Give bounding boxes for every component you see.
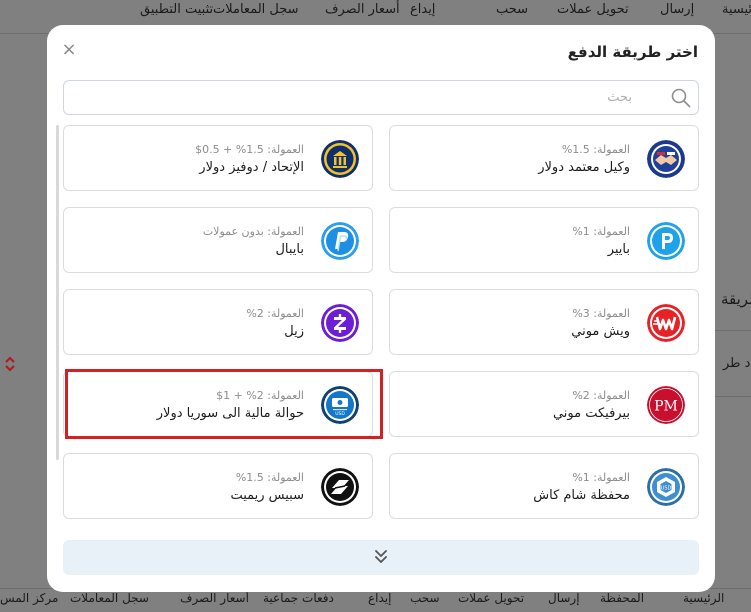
bottom-nav-send[interactable]: إرسال (548, 591, 580, 605)
select-chevron-icon[interactable] (3, 354, 17, 378)
fee-text: العمولة: 1.5% (561, 143, 630, 156)
bottom-nav-withdraw[interactable]: سحب (410, 591, 440, 605)
background-divider (715, 330, 751, 331)
double-chevron-down-icon (375, 550, 387, 563)
fee-text: العمولة: 1% (572, 225, 630, 238)
nav-install-app[interactable]: تثبيت التطبيق (140, 2, 213, 17)
payment-method-modal: اختر طريقة الدفع × العمولة: 1.5% وكيل مع… (47, 25, 715, 592)
fee-text: العمولة: 1.5% (235, 471, 304, 484)
method-name: حوالة مالية الى سوريا دولار (156, 406, 304, 421)
payment-method-card[interactable]: العمولة: بدون عمولات بايبال (63, 207, 373, 273)
payment-method-card[interactable]: العمولة: 1.5% وكيل معتمد دولار (389, 125, 699, 191)
nav-home[interactable]: الرئيسية (722, 2, 751, 17)
method-name: بايبال (275, 242, 304, 257)
payment-method-card[interactable]: العمولة: 1% بايير (389, 207, 699, 273)
bottom-nav-exchange-rates[interactable]: أسعار الصرف (180, 591, 249, 605)
bottom-nav-transactions[interactable]: سجل المعاملات (70, 591, 149, 605)
bottom-nav-deposit[interactable]: إيداع (368, 591, 391, 605)
svg-text:USD: USD (335, 411, 345, 417)
nav-exchange-rates[interactable]: أسعار الصرف (325, 2, 400, 17)
bottom-nav-support[interactable]: مركز المس (0, 591, 58, 605)
modal-title: اختر طريقة الدفع (567, 43, 698, 61)
payment-method-card[interactable]: USD العمولة: 2% + 1$ حوالة مالية الى سور… (63, 371, 373, 437)
method-name: ويش موني (571, 324, 630, 339)
bottom-nav-home[interactable]: الرئيسية (683, 591, 724, 605)
nav-withdraw[interactable]: سحب (496, 2, 528, 17)
payment-method-card[interactable]: العمولة: 1.5% سبيس ريميت (63, 453, 373, 519)
payeer-icon (647, 222, 685, 260)
background-divider (715, 396, 751, 397)
fee-text: العمولة: 3% (572, 307, 630, 320)
load-more-button[interactable] (63, 540, 699, 575)
close-icon[interactable]: × (61, 41, 77, 59)
handshake-icon (647, 140, 685, 178)
svg-text:PM: PM (654, 399, 678, 415)
fee-text: العمولة: 2% (572, 389, 630, 402)
payment-method-card[interactable]: العمولة: 2% زيل (63, 289, 373, 355)
fee-text: العمولة: 2% + 1$ (216, 389, 304, 402)
nav-convert[interactable]: تحويل عملات (557, 2, 629, 17)
method-name: زيل (284, 324, 304, 339)
payment-method-card[interactable]: USD العمولة: 1% محفظة شام كاش (389, 453, 699, 519)
zelle-icon (321, 304, 359, 342)
nav-transactions[interactable]: سجل المعاملات (213, 2, 299, 17)
search-field (63, 80, 699, 115)
nav-send[interactable]: إرسال (660, 2, 694, 17)
fee-text: العمولة: 1.5% + 0.5$ (195, 143, 304, 156)
method-name: الإتحاد / دوفيز دولار (199, 160, 304, 175)
svg-text:USD: USD (661, 486, 672, 492)
wish-money-icon (647, 304, 685, 342)
method-name: سبيس ريميت (230, 488, 304, 503)
bank-icon (321, 140, 359, 178)
method-name: وكيل معتمد دولار (538, 160, 630, 175)
background-select[interactable]: حدد طر (723, 356, 751, 371)
search-icon (671, 88, 691, 108)
nav-deposit[interactable]: إيداع (410, 2, 435, 17)
spaceremit-icon (321, 468, 359, 506)
search-input[interactable] (72, 81, 632, 114)
bottom-nav-wallet[interactable]: المحفظة (600, 591, 644, 605)
method-name: بايير (607, 242, 630, 257)
background-label: طريقة (721, 290, 751, 308)
scrollbar[interactable] (56, 125, 59, 460)
payment-method-card[interactable]: العمولة: 3% ويش موني (389, 289, 699, 355)
method-name: بيرفيكت موني (552, 406, 630, 421)
payment-method-card[interactable]: PM العمولة: 2% بيرفيكت موني (389, 371, 699, 437)
paypal-icon (321, 222, 359, 260)
sham-cash-icon: USD (647, 468, 685, 506)
fee-text: العمولة: 1% (572, 471, 630, 484)
bottom-nav-convert[interactable]: تحويل عملات (458, 591, 524, 605)
fee-text: العمولة: 2% (246, 307, 304, 320)
perfect-money-icon: PM (647, 386, 685, 424)
money-transfer-icon: USD (321, 386, 359, 424)
method-name: محفظة شام كاش (533, 488, 630, 503)
payment-method-card[interactable]: العمولة: 1.5% + 0.5$ الإتحاد / دوفيز دول… (63, 125, 373, 191)
bottom-nav-bulk[interactable]: دفعات جماعية (263, 591, 334, 605)
fee-text: العمولة: بدون عمولات (202, 225, 304, 238)
